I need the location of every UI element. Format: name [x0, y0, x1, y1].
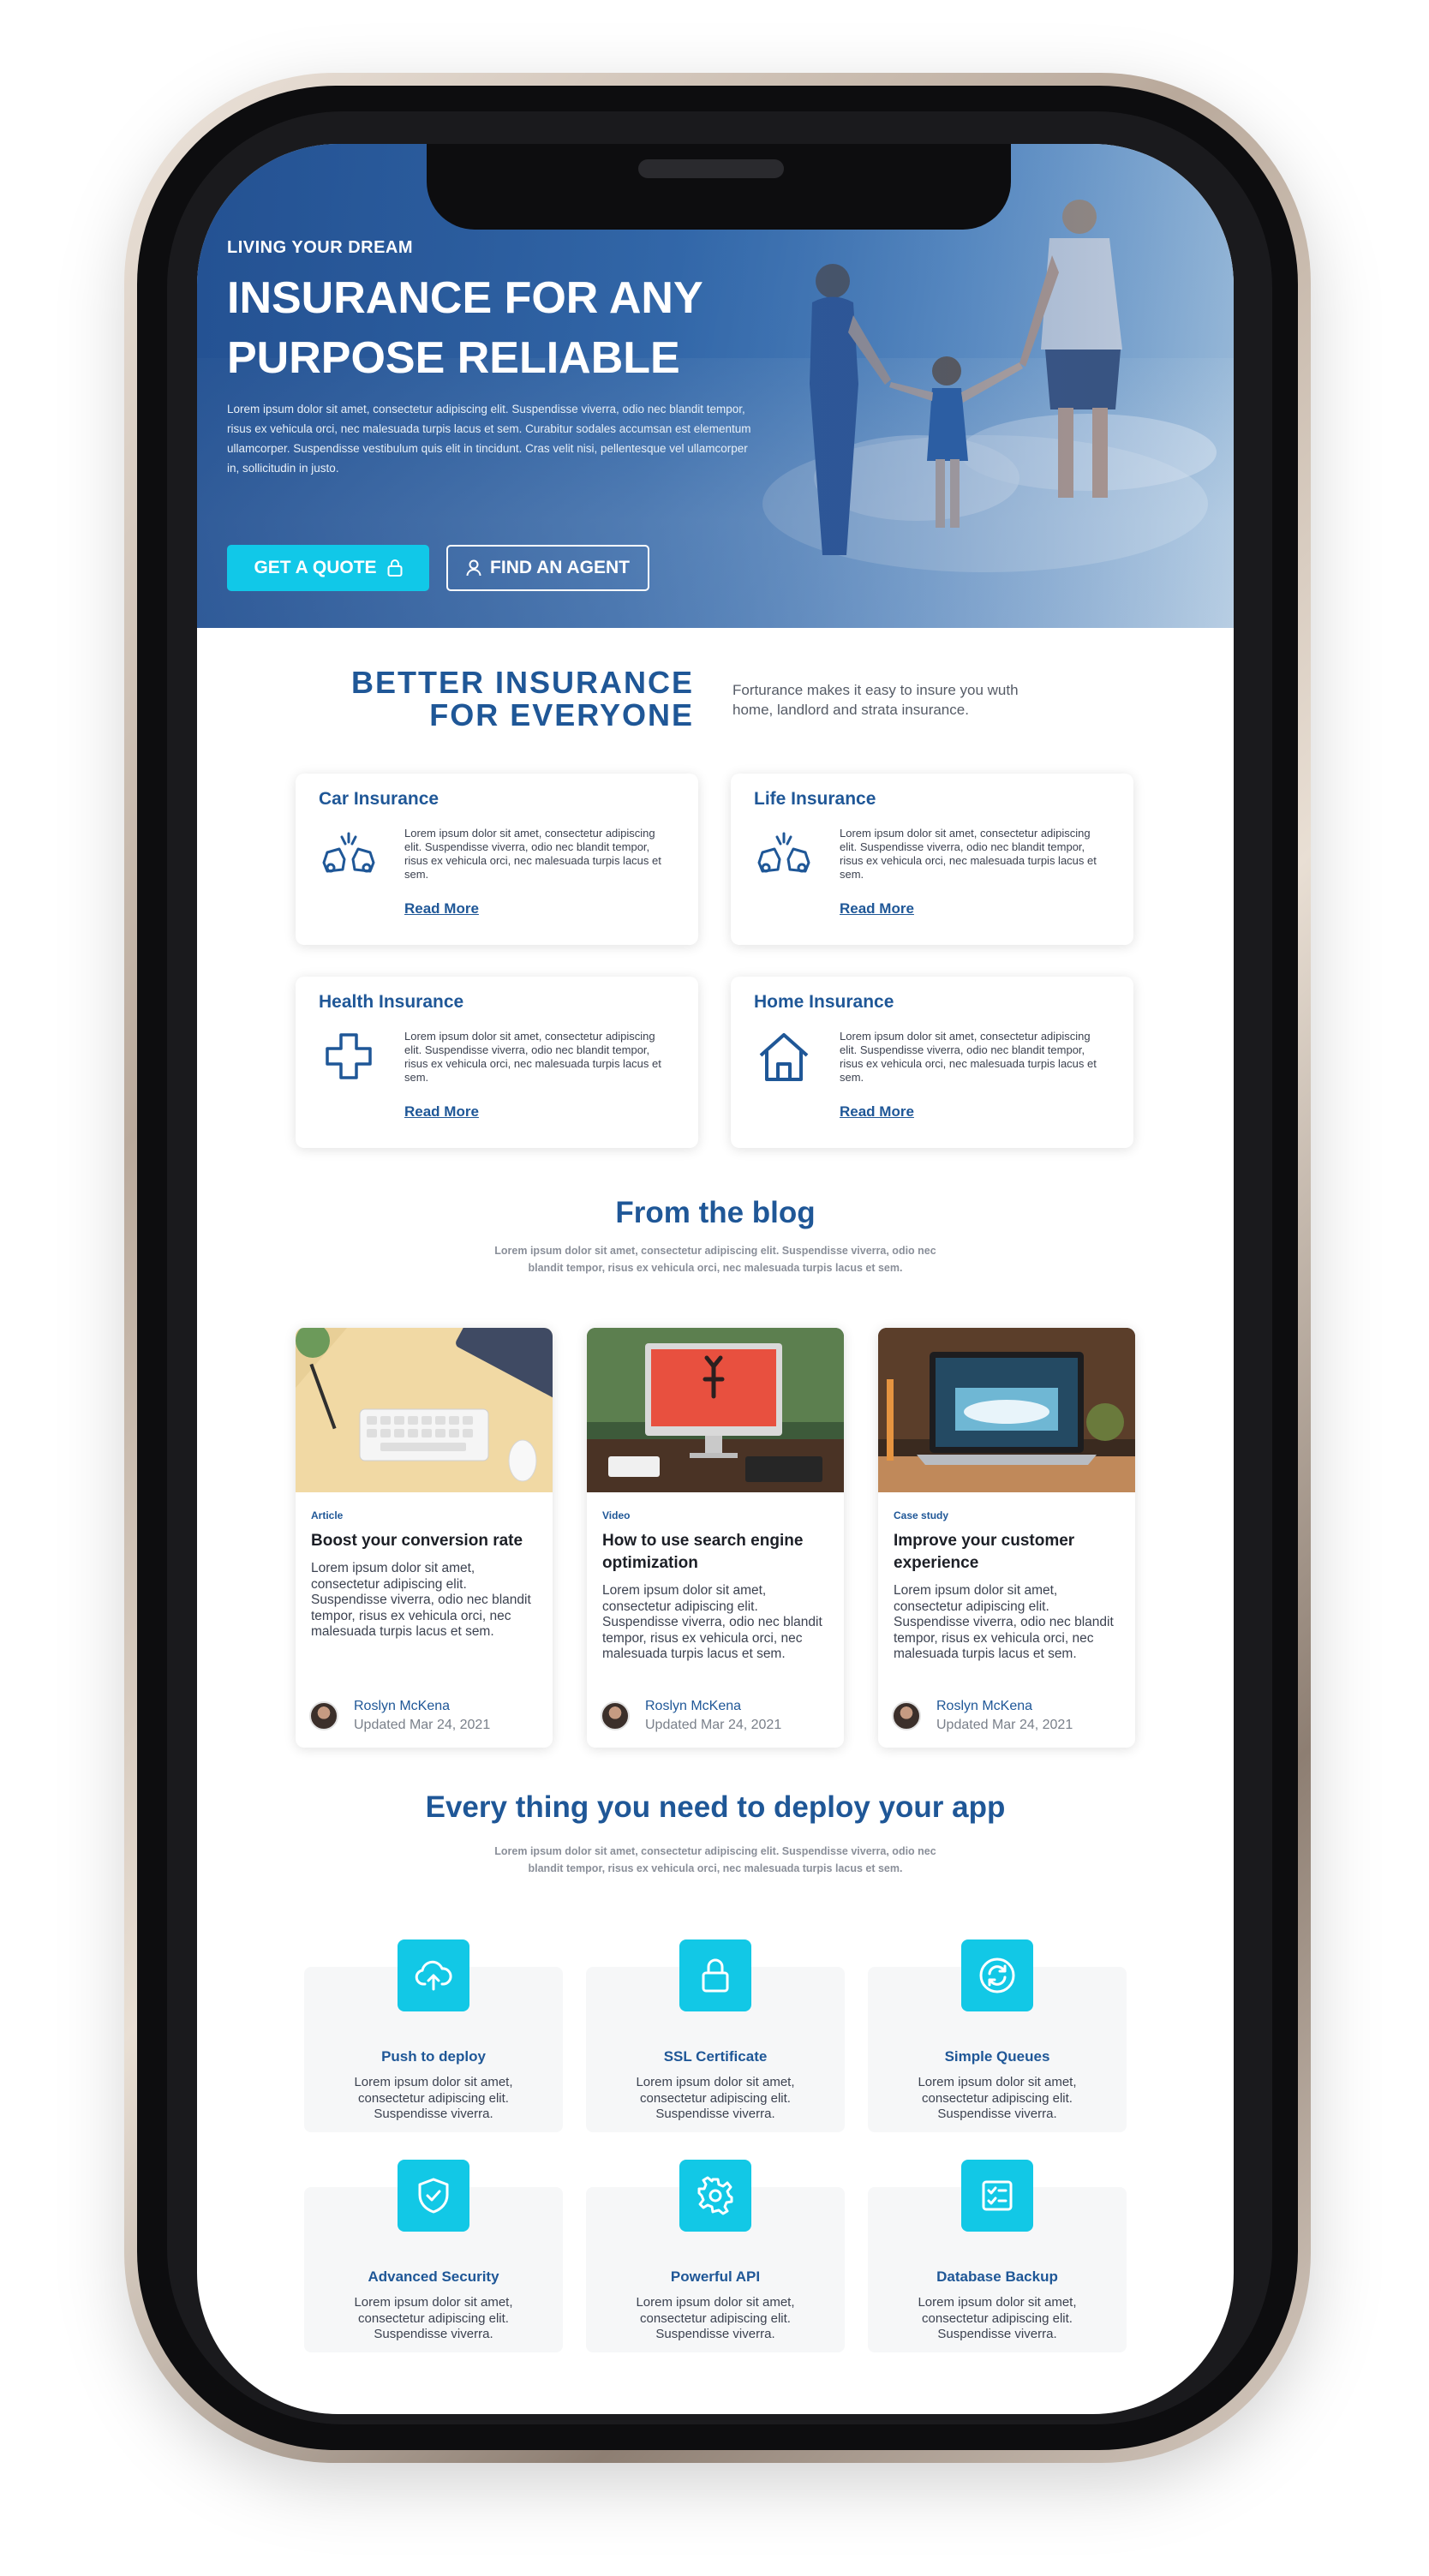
- blog-post-title[interactable]: Improve your customer experience: [894, 1530, 1125, 1575]
- intro-heading-line1: BETTER INSURANCE: [350, 665, 694, 700]
- insurance-card-text: Lorem ipsum dolor sit amet, consectetur …: [404, 1030, 661, 1084]
- gear-icon: [679, 2160, 751, 2232]
- house-icon: [759, 1033, 809, 1081]
- intro-text: Forturance makes it easy to insure you w…: [732, 682, 1019, 718]
- feature-text: Lorem ipsum dolor sit amet, consectetur …: [354, 2075, 513, 2121]
- features-title: Every thing you need to deploy your app: [425, 1790, 1006, 1824]
- read-more-link[interactable]: Read More: [840, 900, 914, 917]
- feature-text: Lorem ipsum dolor sit amet, consectetur …: [636, 2075, 795, 2121]
- features-subtitle: Lorem ipsum dolor sit amet, consectetur …: [494, 1845, 936, 1874]
- blog-subtitle: Lorem ipsum dolor sit amet, consectetur …: [494, 1245, 936, 1274]
- intro-heading-line2: FOR EVERYONE: [429, 697, 694, 732]
- car-crash-icon: [757, 832, 810, 873]
- feature-title: Simple Queues: [944, 2048, 1050, 2065]
- feature-title: SSL Certificate: [663, 2048, 768, 2065]
- avatar: [601, 1701, 630, 1730]
- feature-title: Powerful API: [670, 2268, 761, 2285]
- insurance-card-title: Life Insurance: [754, 789, 876, 809]
- blog-post-date: Updated Mar 24, 2021: [936, 1718, 1073, 1732]
- feature-title: Push to deploy: [381, 2048, 486, 2065]
- desktop-computer-image: [587, 1328, 844, 1492]
- feature-title: Database Backup: [936, 2268, 1058, 2285]
- shield-check-icon: [398, 2160, 469, 2232]
- read-more-link[interactable]: Read More: [404, 900, 479, 917]
- laptop-image: [878, 1328, 1135, 1492]
- insurance-card-title: Health Insurance: [319, 992, 464, 1012]
- blog-post-author: Roslyn McKena: [354, 1699, 451, 1713]
- phone-notch: [427, 144, 1011, 230]
- blog-card-1[interactable]: Article Boost your conversion rate Lorem…: [296, 1328, 553, 1748]
- blog-card-3[interactable]: Case study Improve your customer experie…: [878, 1328, 1135, 1748]
- insurance-card-title: Car Insurance: [319, 789, 439, 809]
- hero-eyebrow: LIVING YOUR DREAM: [227, 238, 414, 257]
- feature-text: Lorem ipsum dolor sit amet, consectetur …: [354, 2295, 513, 2341]
- lock-icon: [387, 559, 403, 577]
- blog-post-date: Updated Mar 24, 2021: [354, 1718, 491, 1732]
- blog-post-excerpt: Lorem ipsum dolor sit amet, consectetur …: [602, 1583, 822, 1661]
- checklist-icon: [961, 2160, 1033, 2232]
- read-more-link[interactable]: Read More: [840, 1103, 914, 1121]
- lock-icon: [679, 1939, 751, 2011]
- user-icon: [466, 559, 481, 577]
- medical-cross-icon: [326, 1033, 372, 1079]
- hero-description: Lorem ipsum dolor sit amet, consectetur …: [227, 403, 751, 475]
- insurance-card-car: Car Insurance Lorem ipsum dolor sit amet…: [296, 774, 698, 945]
- avatar: [892, 1701, 921, 1730]
- intro-heading: BETTER INSURANCE FOR EVERYONE: [326, 666, 694, 732]
- get-a-quote-button[interactable]: GET A QUOTE: [227, 545, 429, 591]
- insurance-card-title: Home Insurance: [754, 992, 894, 1012]
- get-a-quote-label: GET A QUOTE: [254, 558, 377, 577]
- cloud-upload-icon: [398, 1939, 469, 2011]
- feature-title: Advanced Security: [368, 2268, 499, 2285]
- feature-text: Lorem ipsum dolor sit amet, consectetur …: [918, 2295, 1077, 2341]
- blog-post-tag: Video: [602, 1509, 631, 1521]
- find-an-agent-button[interactable]: FIND AN AGENT: [446, 545, 649, 591]
- blog-card-2[interactable]: Video How to use search engine optimizat…: [587, 1328, 844, 1748]
- desk-keyboard-image: [296, 1328, 553, 1492]
- avatar: [309, 1701, 338, 1730]
- blog-post-author: Roslyn McKena: [645, 1699, 742, 1713]
- blog-post-title[interactable]: How to use search engine optimization: [602, 1530, 834, 1575]
- blog-post-date: Updated Mar 24, 2021: [645, 1718, 782, 1732]
- feature-text: Lorem ipsum dolor sit amet, consectetur …: [918, 2075, 1077, 2121]
- insurance-card-text: Lorem ipsum dolor sit amet, consectetur …: [840, 1030, 1097, 1084]
- phone-screen: LIVING YOUR DREAM INSURANCE FOR ANY PURP…: [197, 144, 1234, 2414]
- hero-title: INSURANCE FOR ANY PURPOSE RELIABLE: [227, 273, 703, 383]
- blog-post-tag: Case study: [894, 1509, 949, 1521]
- blog-title: From the blog: [615, 1196, 816, 1229]
- blog-post-title[interactable]: Boost your conversion rate: [311, 1530, 542, 1552]
- insurance-card-life: Life Insurance Lorem ipsum dolor sit ame…: [731, 774, 1133, 945]
- car-crash-icon: [322, 832, 375, 873]
- insurance-card-health: Health Insurance Lorem ipsum dolor sit a…: [296, 977, 698, 1148]
- feature-text: Lorem ipsum dolor sit amet, consectetur …: [636, 2295, 795, 2341]
- insurance-card-text: Lorem ipsum dolor sit amet, consectetur …: [840, 827, 1097, 881]
- find-an-agent-label: FIND AN AGENT: [490, 558, 630, 577]
- blog-post-excerpt: Lorem ipsum dolor sit amet, consectetur …: [894, 1583, 1114, 1661]
- insurance-card-text: Lorem ipsum dolor sit amet, consectetur …: [404, 827, 661, 881]
- read-more-link[interactable]: Read More: [404, 1103, 479, 1121]
- blog-post-excerpt: Lorem ipsum dolor sit amet, consectetur …: [311, 1561, 531, 1639]
- refresh-icon: [961, 1939, 1033, 2011]
- blog-post-author: Roslyn McKena: [936, 1699, 1033, 1713]
- blog-post-tag: Article: [311, 1509, 344, 1521]
- phone-speaker: [638, 159, 784, 178]
- insurance-card-home: Home Insurance Lorem ipsum dolor sit ame…: [731, 977, 1133, 1148]
